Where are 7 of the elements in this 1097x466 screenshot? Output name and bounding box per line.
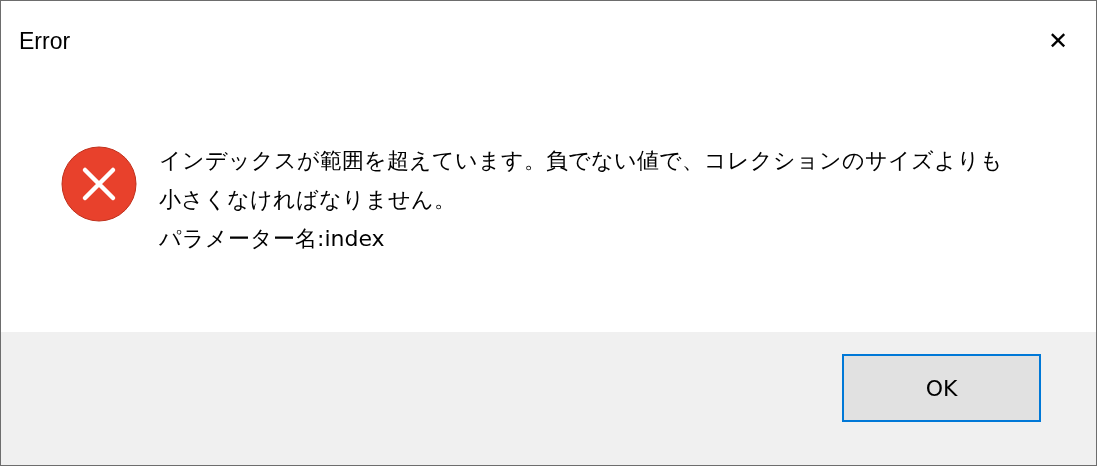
window-title: Error <box>19 26 71 56</box>
message-text: インデックスが範囲を超えています。負でない値で、コレクションのサイズよりも <box>159 147 1003 175</box>
error-icon <box>61 146 137 222</box>
message-text: パラメーター名:index <box>159 225 386 253</box>
message-text: 小さくなければなりません。 <box>159 186 457 214</box>
close-button[interactable]: ✕ <box>1028 11 1088 71</box>
ok-button[interactable]: OK <box>842 354 1041 422</box>
